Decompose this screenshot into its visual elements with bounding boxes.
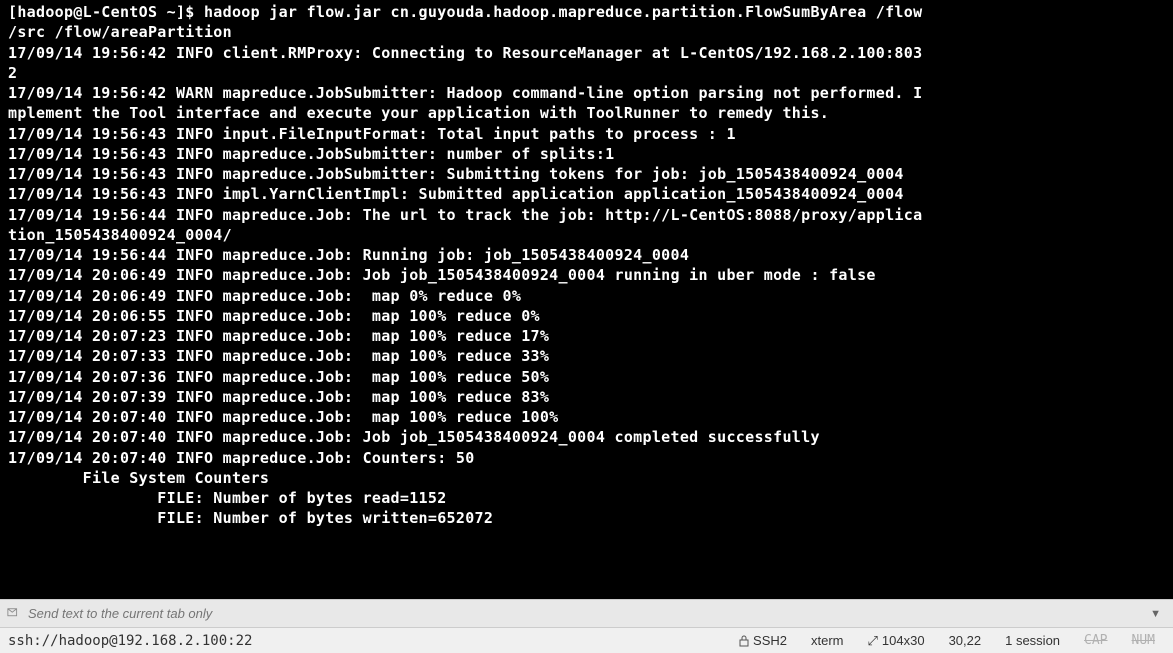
- connection-label: ssh://hadoop@192.168.2.100:22: [8, 633, 725, 649]
- protocol-status: SSH2: [729, 633, 797, 648]
- terminal-line: 17/09/14 19:56:43 INFO mapreduce.JobSubm…: [8, 144, 1165, 164]
- caps-status: CAP: [1074, 633, 1117, 648]
- terminal-line: 17/09/14 19:56:44 INFO mapreduce.Job: Th…: [8, 205, 1165, 225]
- terminal-line: 17/09/14 19:56:43 INFO input.FileInputFo…: [8, 124, 1165, 144]
- status-bar: ssh://hadoop@192.168.2.100:22 SSH2 xterm…: [0, 627, 1173, 653]
- terminal-line: File System Counters: [8, 468, 1165, 488]
- lock-icon: [739, 635, 749, 647]
- terminal-line: mplement the Tool interface and execute …: [8, 103, 1165, 123]
- terminal-line: 17/09/14 19:56:42 INFO client.RMProxy: C…: [8, 43, 1165, 63]
- terminal-line: /src /flow/areaPartition: [8, 22, 1165, 42]
- send-text-input[interactable]: [28, 606, 1138, 621]
- num-status: NUM: [1122, 633, 1165, 648]
- sessions-status: 1 session: [995, 633, 1070, 648]
- send-text-bar: ▼: [0, 599, 1173, 627]
- terminal-line: 17/09/14 20:06:55 INFO mapreduce.Job: ma…: [8, 306, 1165, 326]
- terminal-line: [hadoop@L-CentOS ~]$ hadoop jar flow.jar…: [8, 2, 1165, 22]
- terminal-line: 17/09/14 20:07:40 INFO mapreduce.Job: Jo…: [8, 427, 1165, 447]
- terminal-output[interactable]: [hadoop@L-CentOS ~]$ hadoop jar flow.jar…: [0, 0, 1173, 599]
- terminal-line: 17/09/14 20:07:39 INFO mapreduce.Job: ma…: [8, 387, 1165, 407]
- terminal-line: 17/09/14 20:07:33 INFO mapreduce.Job: ma…: [8, 346, 1165, 366]
- terminal-line: tion_1505438400924_0004/: [8, 225, 1165, 245]
- terminal-line: 17/09/14 20:07:40 INFO mapreduce.Job: Co…: [8, 448, 1165, 468]
- terminal-line: 17/09/14 19:56:42 WARN mapreduce.JobSubm…: [8, 83, 1165, 103]
- terminal-line: 17/09/14 20:07:40 INFO mapreduce.Job: ma…: [8, 407, 1165, 427]
- cursor-status: 30,22: [939, 633, 992, 648]
- terminal-line: 17/09/14 20:06:49 INFO mapreduce.Job: ma…: [8, 286, 1165, 306]
- terminal-line: 17/09/14 20:07:23 INFO mapreduce.Job: ma…: [8, 326, 1165, 346]
- resize-icon: ⤢: [868, 633, 878, 649]
- terminal-line: 17/09/14 20:06:49 INFO mapreduce.Job: Jo…: [8, 265, 1165, 285]
- terminal-line: 2: [8, 63, 1165, 83]
- termtype-status: xterm: [801, 633, 854, 648]
- chevron-down-icon[interactable]: ▼: [1144, 608, 1167, 620]
- terminal-line: FILE: Number of bytes written=652072: [8, 508, 1165, 528]
- terminal-line: 17/09/14 20:07:36 INFO mapreduce.Job: ma…: [8, 367, 1165, 387]
- terminal-line: 17/09/14 19:56:44 INFO mapreduce.Job: Ru…: [8, 245, 1165, 265]
- terminal-line: 17/09/14 19:56:43 INFO mapreduce.JobSubm…: [8, 164, 1165, 184]
- send-icon: [6, 606, 22, 622]
- terminal-line: 17/09/14 19:56:43 INFO impl.YarnClientIm…: [8, 184, 1165, 204]
- size-status: ⤢ 104x30: [858, 633, 935, 649]
- terminal-line: FILE: Number of bytes read=1152: [8, 488, 1165, 508]
